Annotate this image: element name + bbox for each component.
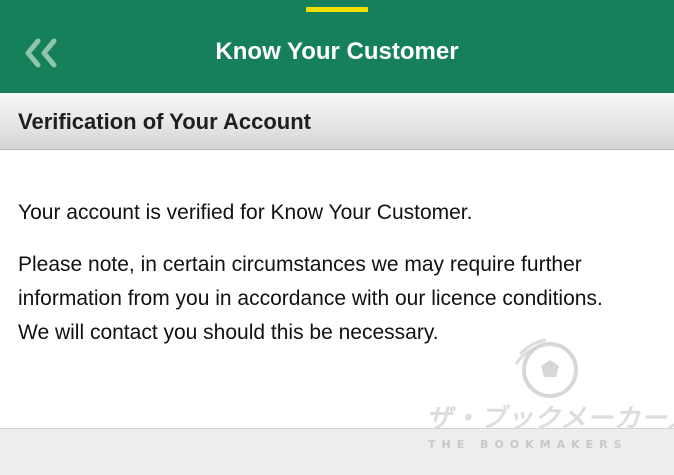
section-header: Verification of Your Account <box>0 93 674 150</box>
page-indicator <box>306 7 368 12</box>
note-message: Please note, in certain circumstances we… <box>18 253 603 344</box>
app-header: Know Your Customer <box>0 0 674 93</box>
verified-message: Your account is verified for Know Your C… <box>18 201 473 224</box>
bottom-bar <box>0 428 674 475</box>
content-body: Your account is verified for Know Your C… <box>18 196 638 350</box>
section-title: Verification of Your Account <box>18 109 311 134</box>
page-title: Know Your Customer <box>215 38 459 65</box>
